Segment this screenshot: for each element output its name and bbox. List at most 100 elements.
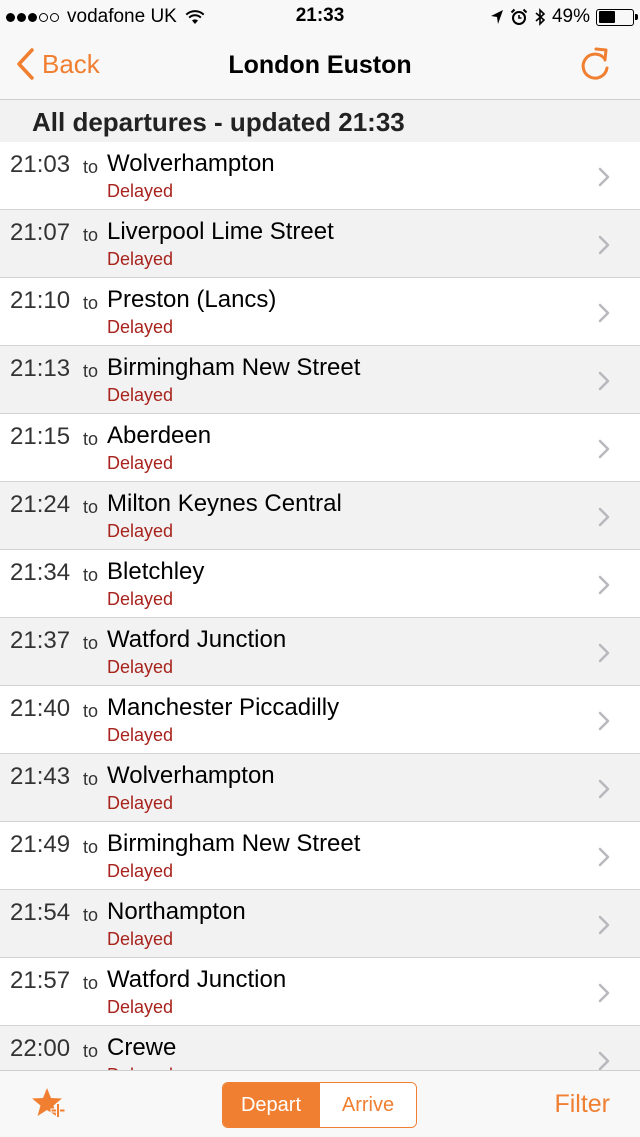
status-delayed: Delayed — [107, 589, 174, 609]
status-delayed: Delayed — [107, 657, 174, 677]
to-label: to — [83, 1041, 99, 1061]
destination: Watford Junction — [107, 966, 287, 993]
destination: Manchester Piccadilly — [107, 694, 340, 721]
bottom-toolbar: Depart Arrive Filter — [0, 1070, 640, 1137]
departure-row[interactable]: 21:34 to Bletchley Delayed — [0, 550, 640, 618]
departure-row[interactable]: 21:13 to Birmingham New Street Delayed — [0, 346, 640, 414]
to-label: to — [83, 225, 99, 245]
section-header-title: All departures - updated 21:33 — [32, 107, 405, 137]
departure-row[interactable]: 21:49 to Birmingham New Street Delayed — [0, 822, 640, 890]
arrive-segment[interactable]: Arrive — [319, 1083, 416, 1127]
to-label: to — [83, 905, 99, 925]
departure-row[interactable]: 21:43 to Wolverhampton Delayed — [0, 754, 640, 822]
status-delayed: Delayed — [107, 793, 174, 813]
status-delayed: Delayed — [107, 385, 174, 405]
destination: Bletchley — [107, 558, 205, 585]
to-label: to — [83, 701, 99, 721]
status-bar-right: 49% — [484, 6, 638, 28]
chevron-right-icon — [598, 847, 610, 867]
departure-time: 21:24 — [10, 491, 71, 518]
destination: Northampton — [107, 898, 246, 925]
status-bar: vodafone UK 21:33 49% — [0, 0, 640, 34]
to-label: to — [83, 769, 99, 789]
to-label: to — [83, 361, 99, 381]
departure-time: 21:07 — [10, 219, 71, 246]
destination: Aberdeen — [107, 422, 212, 449]
bluetooth-icon — [535, 8, 546, 26]
status-delayed: Delayed — [107, 861, 174, 881]
status-delayed: Delayed — [107, 249, 174, 269]
battery-percent: 49% — [551, 6, 590, 27]
chevron-right-icon — [598, 915, 610, 935]
chevron-right-icon — [598, 779, 610, 799]
departure-row[interactable]: 21:24 to Milton Keynes Central Delayed — [0, 482, 640, 550]
location-arrow-icon — [490, 10, 503, 24]
status-delayed: Delayed — [107, 317, 174, 337]
chevron-right-icon — [598, 507, 610, 527]
alarm-icon — [510, 8, 528, 25]
chevron-right-icon — [598, 439, 610, 459]
chevron-right-icon — [598, 711, 610, 731]
departure-time: 21:49 — [10, 831, 71, 858]
status-delayed: Delayed — [107, 521, 174, 541]
departure-time: 21:10 — [10, 287, 71, 314]
chevron-right-icon — [598, 167, 610, 187]
chevron-right-icon — [598, 575, 610, 595]
to-label: to — [83, 157, 99, 177]
destination: Wolverhampton — [107, 762, 275, 789]
departure-row[interactable]: 21:07 to Liverpool Lime Street Delayed — [0, 210, 640, 278]
section-header: All departures - updated 21:33 — [0, 100, 640, 142]
to-label: to — [83, 565, 99, 585]
departure-row[interactable]: 21:57 to Watford Junction Delayed — [0, 958, 640, 1026]
navigation-bar: Back London Euston — [0, 34, 640, 100]
chevron-right-icon — [598, 371, 610, 391]
departure-row[interactable]: 22:00toCreweDelayed — [0, 1026, 640, 1070]
departure-time: 21:54 — [10, 899, 71, 926]
departure-row[interactable]: 21:54 to Northampton Delayed — [0, 890, 640, 958]
destination: Liverpool Lime Street — [107, 218, 334, 245]
depart-arrive-toggle[interactable]: Depart Arrive — [222, 1082, 417, 1128]
to-label: to — [83, 497, 99, 517]
status-delayed: Delayed — [107, 453, 174, 473]
to-label: to — [83, 429, 99, 449]
departure-time: 21:15 — [10, 423, 71, 450]
to-label: to — [83, 837, 99, 857]
destination: Milton Keynes Central — [107, 490, 342, 517]
battery-icon — [596, 8, 638, 26]
page-title: London Euston — [228, 51, 412, 79]
chevron-right-icon — [598, 235, 610, 255]
status-delayed: Delayed — [107, 997, 174, 1017]
departure-row[interactable]: 21:03 to Wolverhampton Delayed — [0, 142, 640, 210]
departure-row[interactable]: 21:15 to Aberdeen Delayed — [0, 414, 640, 482]
departure-row[interactable]: 21:10 to Preston (Lancs) Delayed — [0, 278, 640, 346]
to-label: to — [83, 293, 99, 313]
departure-row[interactable]: 21:37 to Watford Junction Delayed — [0, 618, 640, 686]
departure-time: 21:03 — [10, 151, 71, 178]
departures-list[interactable]: 21:03 to Wolverhampton Delayed 21:07 to Liverp… — [0, 142, 640, 1070]
depart-segment[interactable]: Depart — [223, 1083, 319, 1127]
departure-time: 21:13 — [10, 355, 71, 382]
chevron-right-icon — [598, 303, 610, 323]
departure-row[interactable]: 21:40 to Manchester Piccadilly Delayed — [0, 686, 640, 754]
to-label: to — [83, 973, 99, 993]
chevron-right-icon — [598, 983, 610, 1003]
departure-time: 22:00 — [10, 1035, 71, 1062]
chevron-right-icon — [598, 643, 610, 663]
departure-time: 21:57 — [10, 967, 71, 994]
departure-time: 21:34 — [10, 559, 71, 586]
star-add-icon[interactable] — [30, 1085, 68, 1123]
refresh-icon[interactable] — [578, 46, 612, 82]
status-delayed: Delayed — [107, 929, 174, 949]
to-label: to — [83, 633, 99, 653]
destination: Birmingham New Street — [107, 354, 361, 381]
filter-button[interactable]: Filter — [554, 1090, 610, 1119]
destination: Preston (Lancs) — [107, 286, 277, 313]
status-delayed: Delayed — [107, 181, 174, 201]
chevron-right-icon — [598, 1051, 610, 1070]
destination: Birmingham New Street — [107, 830, 361, 857]
departure-time: 21:43 — [10, 763, 71, 790]
departure-time: 21:40 — [10, 695, 71, 722]
destination: Watford Junction — [107, 626, 287, 653]
departure-time: 21:37 — [10, 627, 71, 654]
status-delayed: Delayed — [107, 725, 174, 745]
